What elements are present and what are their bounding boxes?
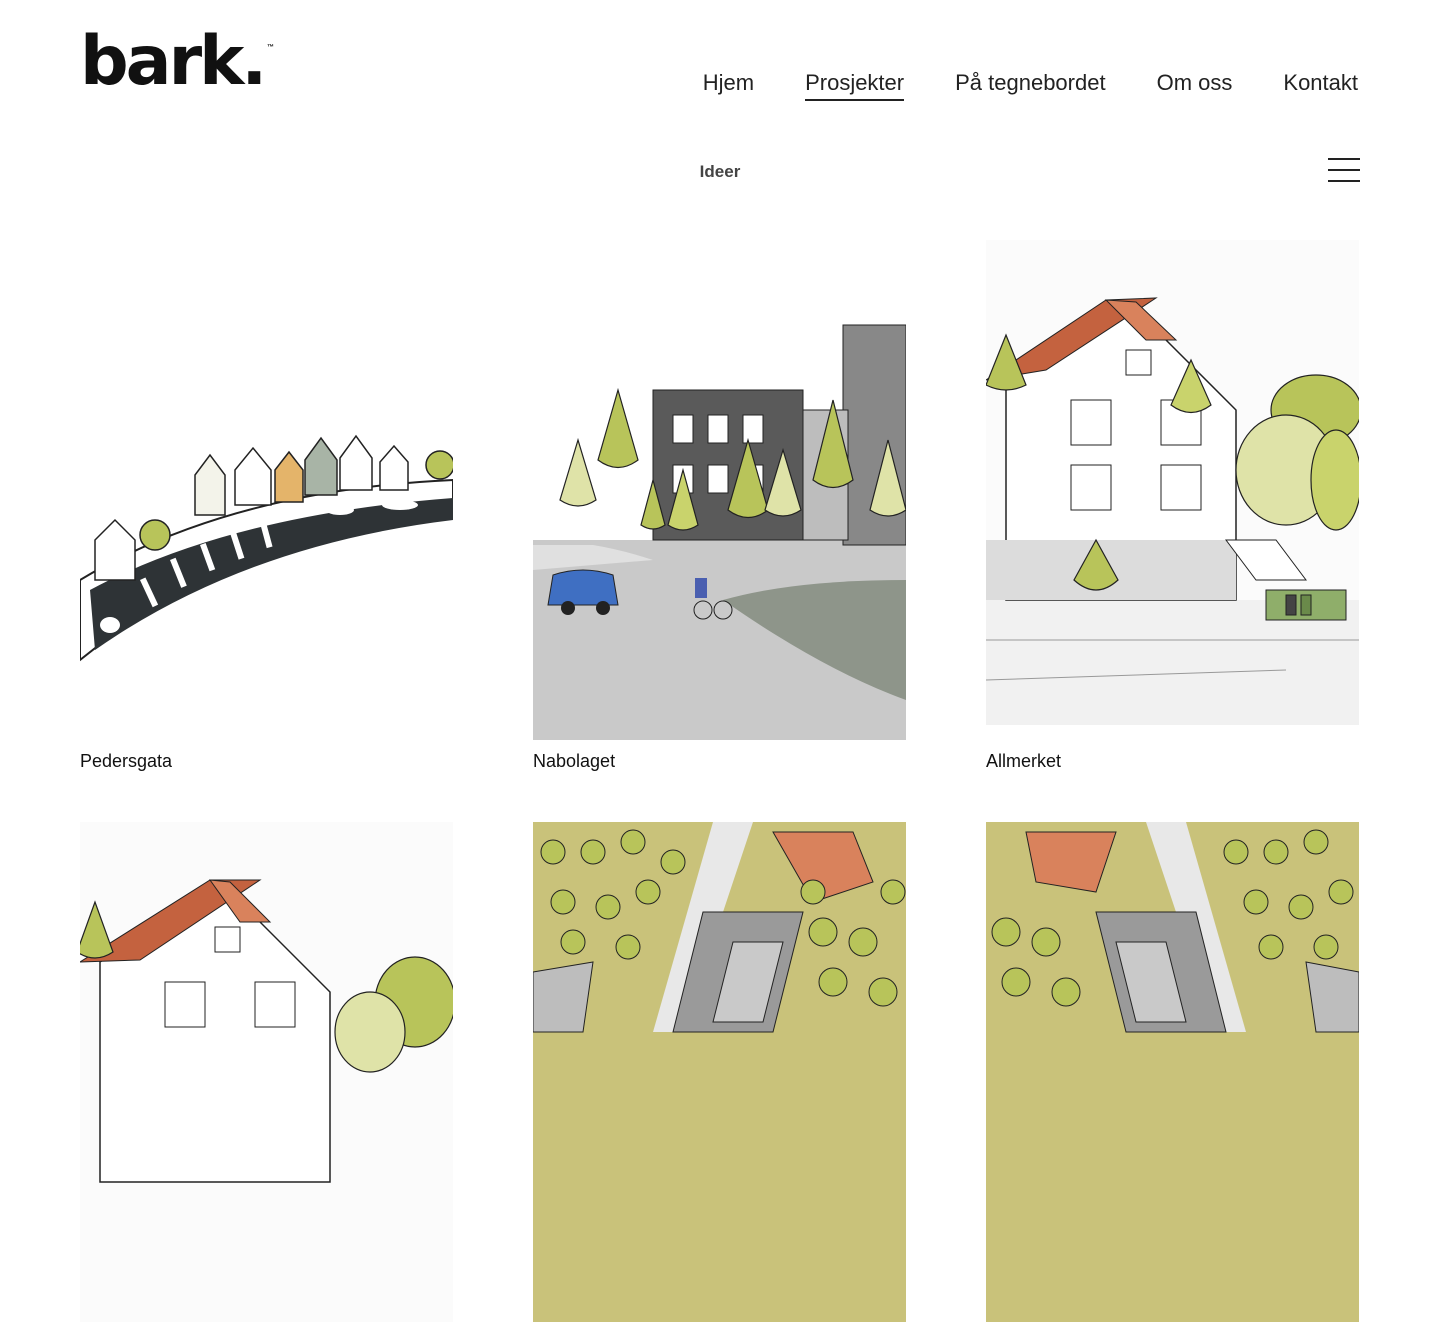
nav-link-kontakt[interactable]: Kontakt: [1283, 70, 1358, 101]
project-card-pedersgata[interactable]: Pedersgata: [80, 240, 453, 771]
project-thumbnail[interactable]: [986, 240, 1359, 740]
hamburger-icon[interactable]: [1328, 158, 1360, 184]
house-illustration: [80, 822, 453, 1322]
project-card[interactable]: [533, 822, 906, 1322]
nav-link-om-oss[interactable]: Om oss: [1157, 70, 1233, 101]
project-title[interactable]: Pedersgata: [80, 751, 172, 772]
project-title[interactable]: Allmerket: [986, 751, 1061, 772]
project-card-allmerket[interactable]: Allmerket: [986, 240, 1359, 771]
project-thumbnail[interactable]: [533, 822, 906, 1322]
aerial-illustration: [533, 822, 906, 1322]
logo-trademark: ™: [267, 44, 274, 51]
bark-logo[interactable]: bark. ™: [80, 28, 330, 96]
project-thumbnail[interactable]: [986, 822, 1359, 1322]
category-filter-label[interactable]: Ideer: [0, 162, 1440, 182]
project-thumbnail[interactable]: [80, 822, 453, 1322]
street-illustration: [80, 434, 453, 662]
project-card[interactable]: [986, 822, 1359, 1322]
nav-link-hjem[interactable]: Hjem: [703, 70, 754, 101]
nav-link-prosjekter[interactable]: Prosjekter: [805, 70, 905, 101]
neighborhood-illustration: [533, 324, 906, 740]
logo-text: bark.: [80, 22, 267, 101]
main-nav: Hjem Prosjekter På tegnebordet Om oss Ko…: [652, 70, 1358, 101]
aerial-illustration: [986, 822, 1359, 1322]
project-card-nabolaget[interactable]: Nabolaget: [533, 240, 906, 771]
project-thumbnail[interactable]: [80, 240, 453, 740]
project-thumbnail[interactable]: [533, 240, 906, 740]
nav-link-pa-tegnebordet[interactable]: På tegnebordet: [955, 70, 1105, 101]
house-illustration: [986, 240, 1359, 725]
project-title[interactable]: Nabolaget: [533, 751, 615, 772]
project-card[interactable]: [80, 822, 453, 1322]
